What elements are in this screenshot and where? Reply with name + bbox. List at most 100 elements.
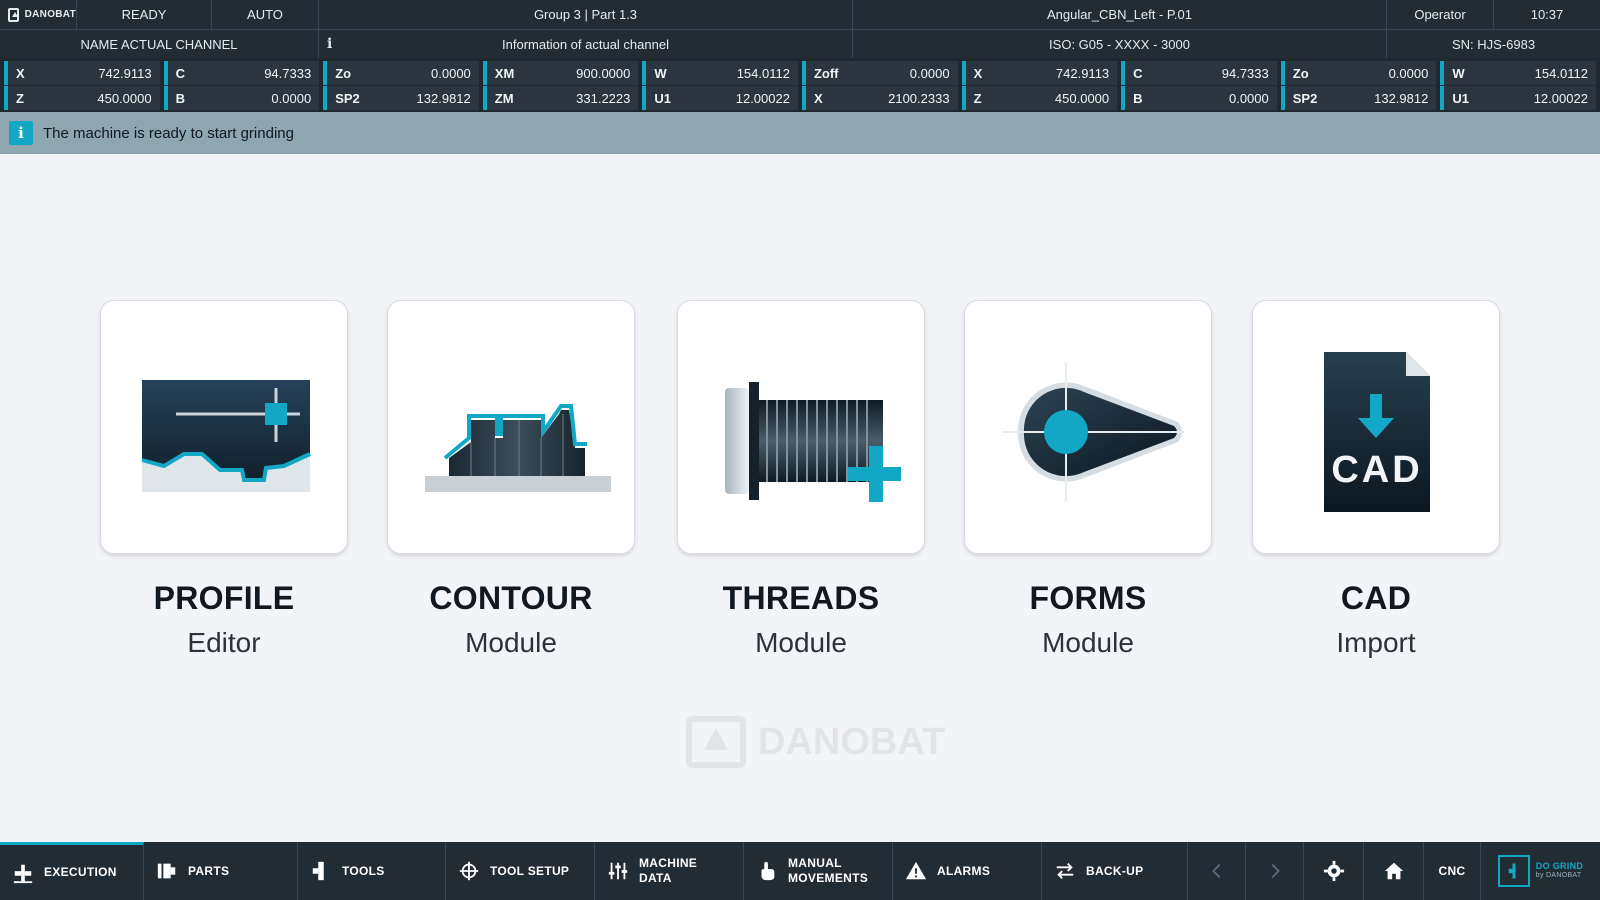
axis-name: XM: [494, 65, 515, 81]
home-icon: [1384, 862, 1403, 880]
nav-settings[interactable]: [1304, 842, 1364, 900]
forms-module-icon: [1002, 362, 1184, 502]
axis-name: W: [654, 65, 667, 81]
axis-name: X: [813, 90, 823, 106]
nav-forward-button[interactable]: [1246, 842, 1304, 900]
nav-label: ALARMS: [937, 863, 991, 878]
module-forms[interactable]: FORMS Module: [964, 300, 1212, 659]
cad-icon-text: CAD: [1331, 449, 1422, 491]
cad-import-icon: CAD: [1324, 352, 1430, 512]
axis-name: B: [175, 90, 185, 106]
threads-module-icon: [725, 382, 901, 502]
nav-back-button[interactable]: [1188, 842, 1246, 900]
channel-name: NAME ACTUAL CHANNEL: [0, 30, 319, 58]
nav-tools[interactable]: TOOLS: [298, 842, 446, 900]
axis-readout: C 94.7333: [1121, 61, 1277, 85]
contour-module-icon: [425, 404, 611, 492]
axis-name: Z: [16, 90, 24, 106]
nav-execution[interactable]: EXECUTION: [0, 842, 144, 900]
axis-value: 132.9812: [416, 90, 471, 106]
nav-tool-setup[interactable]: TOOL SETUP: [446, 842, 595, 900]
group-part-label: Group 3 | Part 1.3: [319, 0, 853, 29]
nav-machine-data[interactable]: MACHINE DATA: [595, 842, 744, 900]
sliders-icon: [608, 862, 628, 880]
axis-name: Zo: [335, 65, 352, 81]
nav-backup[interactable]: BACK-UP: [1042, 842, 1188, 900]
cad-card[interactable]: CAD: [1252, 300, 1500, 554]
module-profile[interactable]: PROFILE Editor: [100, 300, 348, 659]
hand-pointer-icon: [761, 861, 775, 881]
axis-value: 132.9812: [1374, 90, 1429, 106]
info-icon: i: [9, 121, 33, 145]
gear-icon: [1323, 860, 1344, 882]
axis-name: C: [175, 65, 185, 81]
message-bar: i The machine is ready to start grinding: [0, 112, 1600, 154]
axis-name: Zoff: [813, 65, 839, 81]
nav-label: CNC: [1438, 863, 1466, 878]
operation-mode: AUTO: [212, 0, 319, 29]
nav-label: PARTS: [188, 863, 230, 878]
axis-name: U1: [1452, 90, 1469, 106]
axis-readout: Z 450.0000: [4, 86, 160, 110]
serial-number: SN: HJS-6983: [1451, 36, 1536, 52]
axis-readout: W 154.0112: [642, 61, 798, 85]
brand-line-1: DO GRIND: [1535, 861, 1584, 871]
axis-value: 450.0000: [1054, 90, 1110, 106]
nav-cnc[interactable]: CNC: [1424, 842, 1481, 900]
danobat-logo-icon: [8, 7, 19, 22]
axis-name: SP2: [1292, 90, 1318, 106]
axis-name: SP2: [335, 90, 360, 106]
swap-arrows-icon: [1056, 863, 1074, 879]
channel-info-text: Information of actual channel: [502, 36, 669, 52]
axis-readout: ZM 331.2223: [482, 86, 639, 110]
axis-value: 154.0112: [736, 65, 790, 81]
threads-card[interactable]: [677, 300, 925, 554]
nav-label: MANUAL MOVEMENTS: [788, 856, 869, 885]
user-role: Operator: [1387, 0, 1494, 29]
axis-readout: B 0.0000: [1121, 86, 1277, 110]
module-threads[interactable]: THREADS Module: [677, 300, 925, 659]
axis-readout: W 154.0112: [1440, 61, 1596, 85]
forms-card[interactable]: [964, 300, 1212, 554]
iso-code: ISO: G05 - XXXX - 3000: [853, 30, 1387, 58]
axis-name: B: [1133, 90, 1143, 106]
axis-value: 0.0000: [271, 90, 312, 106]
axis-readout: Zoff 0.0000: [801, 61, 958, 85]
do-grind-logo-icon: [1497, 855, 1530, 887]
axis-value: 94.7333: [1221, 65, 1269, 81]
nav-manual-movements[interactable]: MANUAL MOVEMENTS: [744, 842, 893, 900]
nav-home[interactable]: [1364, 842, 1424, 900]
nav-label: BACK-UP: [1086, 863, 1144, 878]
axis-readout: Zo 0.0000: [323, 61, 479, 85]
profile-card[interactable]: [100, 300, 348, 554]
axis-name: Zo: [1292, 65, 1309, 81]
axis-value: 154.0112: [1534, 65, 1588, 81]
danobat-watermark: DANOBAT: [686, 716, 945, 768]
module-subtitle: Import: [1336, 627, 1416, 658]
module-contour[interactable]: CONTOUR Module: [387, 300, 635, 659]
nav-alarms[interactable]: ALARMS: [893, 842, 1042, 900]
axis-value: 450.0000: [97, 90, 152, 106]
module-subtitle: Module: [465, 627, 557, 658]
nav-parts[interactable]: PARTS: [144, 842, 298, 900]
clock: 10:37: [1530, 7, 1564, 22]
axis-value: 900.0000: [576, 65, 631, 81]
do-grind-brand: DO GRIND by DANOBAT: [1481, 842, 1600, 900]
channel-info[interactable]: i Information of actual channel: [319, 30, 853, 58]
contour-card[interactable]: [387, 300, 635, 554]
axis-value: 331.2223: [576, 90, 631, 106]
axis-value: 0.0000: [909, 65, 950, 81]
axis-name: X: [973, 65, 983, 81]
module-cad[interactable]: CAD CAD Import: [1252, 300, 1500, 659]
message-text: The machine is ready to start grinding: [43, 124, 294, 142]
module-title: CAD: [1340, 580, 1412, 616]
program-name: Angular_CBN_Left - P.01: [853, 0, 1387, 29]
chevron-left-icon: [1211, 863, 1220, 879]
module-grid: PROFILE Editor CONTOUR Module THREADS Mo…: [100, 300, 1500, 680]
axis-readout: B 0.0000: [163, 86, 320, 110]
axis-name: U1: [654, 90, 671, 106]
parts-icon: [157, 863, 176, 879]
brand-text: DO GRIND by DANOBAT: [1536, 861, 1583, 881]
axis-readout: X 742.9113: [4, 61, 160, 85]
axis-readout: SP2 132.9812: [323, 86, 479, 110]
